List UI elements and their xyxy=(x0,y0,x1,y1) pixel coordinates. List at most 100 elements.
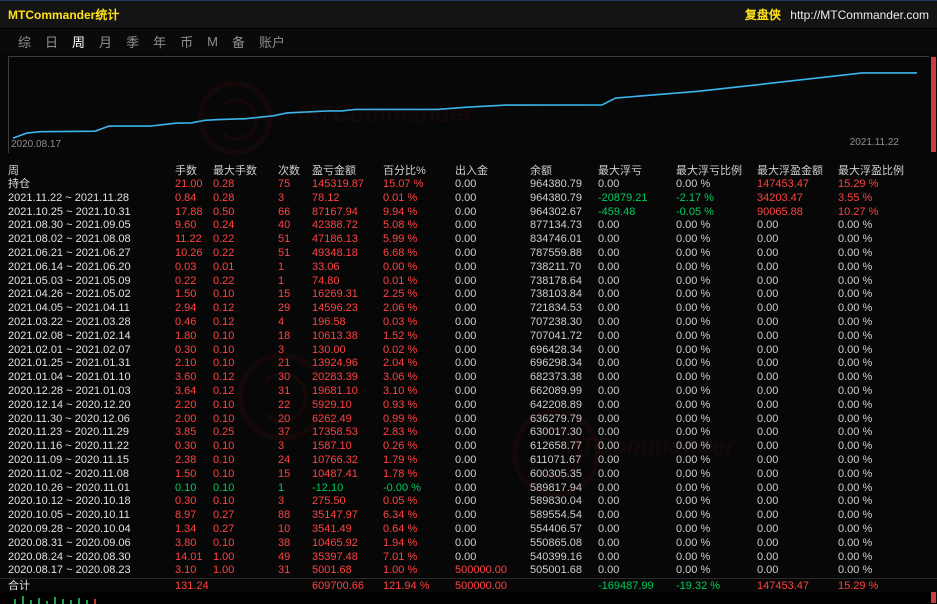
chart-scrollbar-marker[interactable] xyxy=(931,57,936,152)
equity-chart-panel[interactable]: 2020.08.17 2021.11.22 xyxy=(8,56,929,153)
table-row[interactable]: 2020.09.28 ~ 2020.10.041.340.27103541.49… xyxy=(0,523,937,537)
table-cell: 0.00 % xyxy=(838,357,937,371)
column-header-4: 次数 xyxy=(278,164,312,178)
table-cell: 2.20 xyxy=(175,399,213,413)
table-cell: 3.80 xyxy=(175,537,213,551)
table-cell: 3.85 xyxy=(175,426,213,440)
column-header-9: 最大浮亏 xyxy=(598,164,676,178)
menu-item-3[interactable]: 周 xyxy=(72,32,85,51)
brand-url-link[interactable]: http://MTCommander.com xyxy=(790,8,929,22)
table-cell: 0.00 xyxy=(455,495,530,509)
table-row[interactable]: 2021.03.22 ~ 2021.03.280.460.124196.580.… xyxy=(0,316,937,330)
table-row[interactable]: 2020.11.09 ~ 2020.11.152.380.102410766.3… xyxy=(0,454,937,468)
table-row[interactable]: 2021.02.01 ~ 2021.02.070.300.103130.000.… xyxy=(0,344,937,358)
table-row[interactable]: 2021.11.22 ~ 2021.11.280.840.28378.120.0… xyxy=(0,192,937,206)
table-row[interactable]: 2020.11.16 ~ 2020.11.220.300.1031587.100… xyxy=(0,440,937,454)
table-row[interactable]: 持仓21.000.2875145319.8715.07 %0.00964380.… xyxy=(0,178,937,192)
table-cell: 0.00 xyxy=(598,399,676,413)
table-row[interactable]: 2021.08.30 ~ 2021.09.059.600.244042388.7… xyxy=(0,219,937,233)
table-row[interactable]: 2021.02.08 ~ 2021.02.141.800.101810613.3… xyxy=(0,330,937,344)
table-row[interactable]: 2021.08.02 ~ 2021.08.0811.220.225147186.… xyxy=(0,233,937,247)
table-cell: 0.00 % xyxy=(676,454,757,468)
menu-item-8[interactable]: M xyxy=(207,34,218,49)
table-cell: 0.00 % xyxy=(676,509,757,523)
table-cell: 0.00 % xyxy=(838,440,937,454)
table-cell: 0.12 xyxy=(213,302,278,316)
table-cell: 0.22 xyxy=(213,233,278,247)
table-cell: 75 xyxy=(278,178,312,192)
menu-item-4[interactable]: 月 xyxy=(99,32,112,51)
table-row[interactable]: 2020.08.24 ~ 2020.08.3014.011.004935397.… xyxy=(0,551,937,565)
menu-item-6[interactable]: 年 xyxy=(153,32,166,51)
table-cell: 964380.79 xyxy=(530,178,598,192)
table-row[interactable]: 2021.01.25 ~ 2021.01.312.100.102113924.9… xyxy=(0,357,937,371)
table-row[interactable]: 2021.01.04 ~ 2021.01.103.600.123020283.3… xyxy=(0,371,937,385)
table-cell: 10487.41 xyxy=(312,468,383,482)
total-cell xyxy=(278,579,312,592)
bottom-scrollbar-marker[interactable] xyxy=(931,592,936,603)
table-cell: 74.80 xyxy=(312,275,383,289)
menu-item-2[interactable]: 日 xyxy=(45,32,58,51)
table-cell: 19681.10 xyxy=(312,385,383,399)
table-cell: 642208.89 xyxy=(530,399,598,413)
table-row[interactable]: 2021.06.21 ~ 2021.06.2710.260.225149348.… xyxy=(0,247,937,261)
menu-item-10[interactable]: 账户 xyxy=(259,32,285,51)
table-cell: 550865.08 xyxy=(530,537,598,551)
window-title: MTCommander统计 xyxy=(8,6,119,23)
menu-item-7[interactable]: 币 xyxy=(180,32,193,51)
table-cell: 0.00 % xyxy=(676,551,757,565)
table-cell: 147453.47 xyxy=(757,178,838,192)
column-header-2: 手数 xyxy=(175,164,213,178)
table-cell: 6.34 % xyxy=(383,509,455,523)
table-cell: 0.01 % xyxy=(383,275,455,289)
table-cell: 1.94 % xyxy=(383,537,455,551)
table-cell: 0.00 % xyxy=(676,468,757,482)
table-row[interactable]: 2020.11.02 ~ 2020.11.081.500.101510487.4… xyxy=(0,468,937,482)
menu-item-9[interactable]: 备 xyxy=(232,32,245,51)
total-row[interactable]: 合计131.24609700.66121.94 %500000.00-16948… xyxy=(0,578,937,592)
table-cell: 0.00 % xyxy=(838,551,937,565)
table-row[interactable]: 2020.08.17 ~ 2020.08.233.101.00315001.68… xyxy=(0,564,937,578)
table-cell: 0.22 xyxy=(213,275,278,289)
table-cell: 9.94 % xyxy=(383,206,455,220)
table-row[interactable]: 2020.10.12 ~ 2020.10.180.300.103275.500.… xyxy=(0,495,937,509)
table-cell: 15.07 % xyxy=(383,178,455,192)
table-cell: 5.08 % xyxy=(383,219,455,233)
table-row[interactable]: 2020.12.28 ~ 2021.01.033.640.123119681.1… xyxy=(0,385,937,399)
table-row[interactable]: 2020.11.23 ~ 2020.11.293.850.253717358.5… xyxy=(0,426,937,440)
table-cell: 1587.10 xyxy=(312,440,383,454)
table-cell: 0.00 % xyxy=(838,233,937,247)
table-cell: 0.00 % xyxy=(838,219,937,233)
table-cell: 0.00 % xyxy=(676,288,757,302)
table-cell: 0.00 % xyxy=(676,385,757,399)
table-cell: 0.00 xyxy=(757,233,838,247)
table-row[interactable]: 2020.10.05 ~ 2020.10.118.970.278835147.9… xyxy=(0,509,937,523)
table-cell: 0.00 xyxy=(455,192,530,206)
total-cell: 121.94 % xyxy=(383,579,455,592)
table-cell: 3.64 xyxy=(175,385,213,399)
table-cell: 4 xyxy=(278,316,312,330)
table-row[interactable]: 2021.04.26 ~ 2021.05.021.500.101516269.3… xyxy=(0,288,937,302)
table-row[interactable]: 2020.10.26 ~ 2020.11.010.100.101-12.10-0… xyxy=(0,482,937,496)
table-row[interactable]: 2021.05.03 ~ 2021.05.090.220.22174.800.0… xyxy=(0,275,937,289)
table-row[interactable]: 2020.11.30 ~ 2020.12.062.000.10206262.49… xyxy=(0,413,937,427)
table-cell: 30 xyxy=(278,371,312,385)
table-cell: 3.06 % xyxy=(383,371,455,385)
menu-item-5[interactable]: 季 xyxy=(126,32,139,51)
table-cell: 0.00 xyxy=(757,385,838,399)
table-row[interactable]: 2021.04.05 ~ 2021.04.112.940.122914596.2… xyxy=(0,302,937,316)
table-cell: 0.00 xyxy=(455,302,530,316)
table-cell: 20283.39 xyxy=(312,371,383,385)
table-row[interactable]: 2021.10.25 ~ 2021.10.3117.880.506687167.… xyxy=(0,206,937,220)
table-row[interactable]: 2020.08.31 ~ 2020.09.063.800.103810465.9… xyxy=(0,537,937,551)
table-cell: 0.00 % xyxy=(676,482,757,496)
table-row[interactable]: 2020.12.14 ~ 2020.12.202.200.10225929.10… xyxy=(0,399,937,413)
menu-item-1[interactable]: 综 xyxy=(18,32,31,51)
table-cell: 0.00 xyxy=(598,247,676,261)
table-row[interactable]: 2021.06.14 ~ 2021.06.200.030.01133.060.0… xyxy=(0,261,937,275)
table-cell: 0.00 xyxy=(757,399,838,413)
table-cell: 31 xyxy=(278,385,312,399)
table-cell: 78.12 xyxy=(312,192,383,206)
table-cell: 51 xyxy=(278,233,312,247)
table-cell: 0.00 % xyxy=(676,275,757,289)
